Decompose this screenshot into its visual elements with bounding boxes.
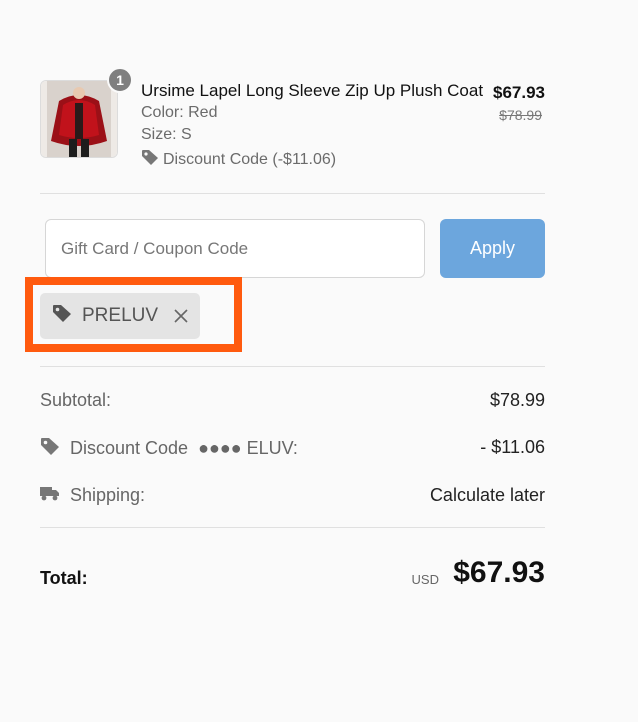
product-color: Color: Red — [141, 104, 218, 121]
product-discount: Discount Code (-$11.06) — [141, 149, 336, 170]
discount-row-label: Discount Code ●●●● ELUV: — [40, 437, 298, 460]
product-original-price: $78.99 — [499, 107, 542, 123]
product-discount-label: Discount Code (-$11.06) — [163, 150, 337, 168]
product-title: Ursime Lapel Long Sleeve Zip Up Plush Co… — [141, 81, 484, 100]
applied-coupon-code: PRELUV — [82, 305, 159, 326]
divider — [40, 193, 545, 194]
subtotal-label: Subtotal: — [40, 390, 112, 410]
discount-value: - $11.06 — [480, 437, 545, 457]
product-size: Size: S — [141, 126, 192, 143]
subtotal-value: $78.99 — [489, 390, 545, 410]
total-value: $67.93 — [453, 556, 545, 589]
discount-code-masked: ●●●● ELUV: — [198, 438, 298, 458]
shipping-row-label: Shipping: — [40, 485, 145, 506]
red-plush-coat-photo — [41, 81, 117, 157]
applied-coupon-chip: PRELUV — [40, 293, 200, 339]
currency-code: USD — [411, 572, 439, 587]
product-price: $67.93 — [493, 83, 545, 102]
tag-icon — [52, 304, 72, 328]
shipping-label: Shipping: — [70, 485, 146, 505]
divider — [40, 527, 545, 528]
apply-button[interactable]: Apply — [440, 219, 545, 278]
truck-icon — [40, 485, 60, 506]
divider — [40, 366, 545, 367]
total-label: Total: — [40, 568, 88, 588]
remove-coupon-icon[interactable] — [174, 309, 188, 323]
quantity-badge: 1 — [107, 67, 133, 93]
coupon-code-input[interactable] — [45, 219, 425, 278]
discount-label: Discount Code — [70, 438, 189, 458]
tag-icon — [141, 149, 159, 170]
product-thumbnail — [40, 80, 118, 158]
shipping-value: Calculate later — [429, 485, 545, 505]
tag-icon — [40, 437, 60, 460]
